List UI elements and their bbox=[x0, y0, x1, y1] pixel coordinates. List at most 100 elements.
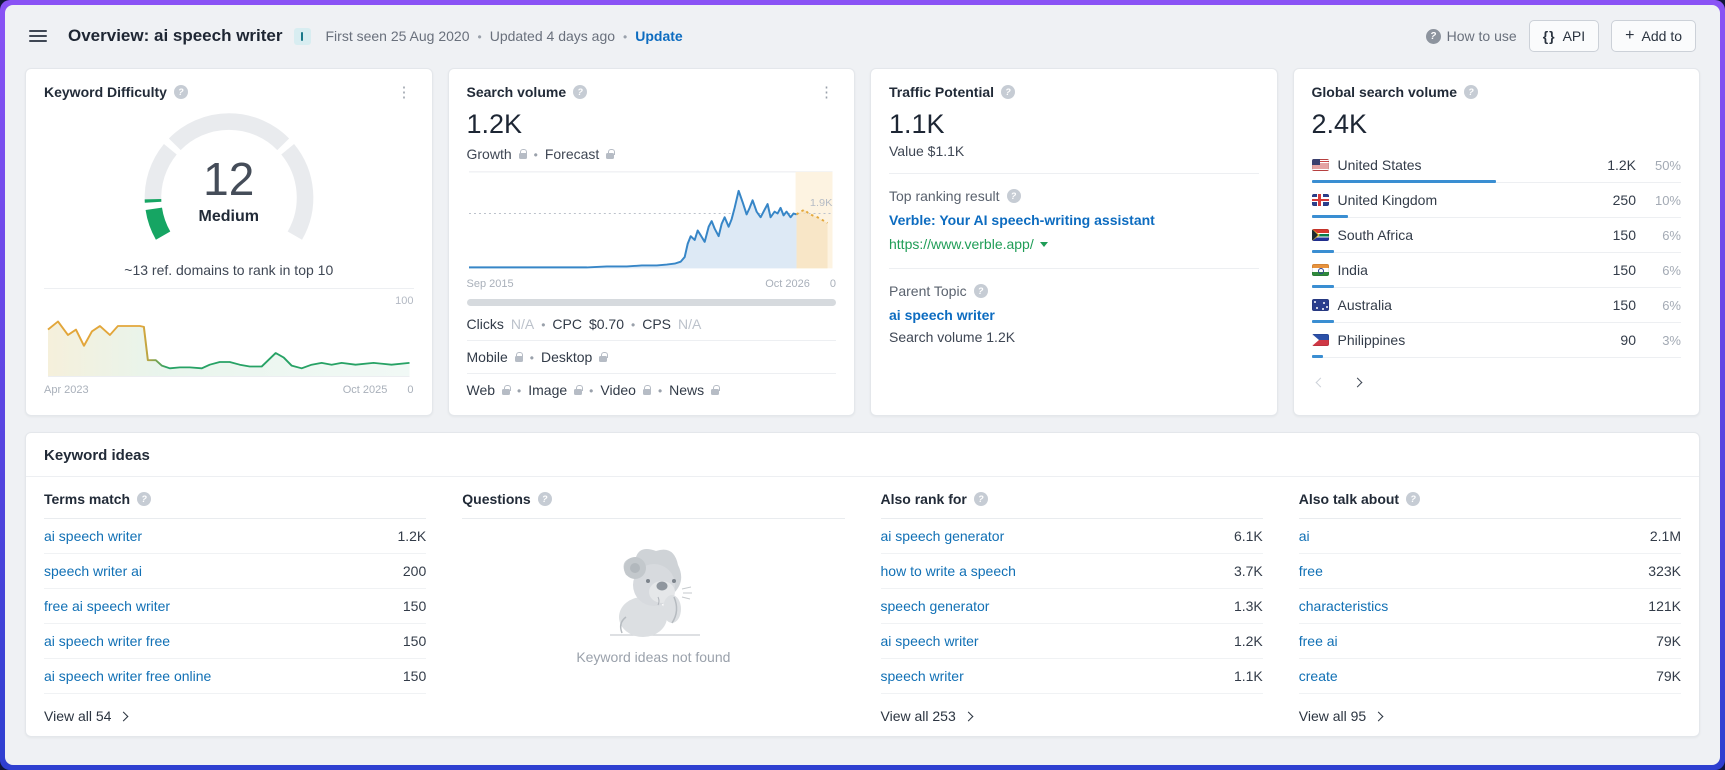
lock-icon bbox=[643, 389, 651, 395]
code-braces-icon: {} bbox=[1543, 28, 1556, 44]
view-all-label: View all 95 bbox=[1299, 708, 1366, 724]
country-row[interactable]: Philippines 90 3% bbox=[1312, 323, 1682, 358]
country-row[interactable]: India 150 6% bbox=[1312, 253, 1682, 288]
empty-state-text: Keyword ideas not found bbox=[576, 649, 730, 665]
keyword-link[interactable]: ai speech writer free bbox=[44, 633, 170, 649]
lock-icon bbox=[711, 389, 719, 395]
flag-south-africa-icon bbox=[1312, 229, 1329, 241]
clicks-cpc-cps-row: Clicks N/A CPC $0.70 CPS N/A bbox=[467, 308, 837, 340]
keyword-link[interactable]: create bbox=[1299, 668, 1338, 684]
card-title: Keyword Difficulty bbox=[44, 84, 167, 100]
main-content: Keyword Difficulty 12 Medium ~13 ref bbox=[5, 63, 1720, 765]
bullet-separator bbox=[517, 382, 521, 398]
help-icon[interactable] bbox=[1001, 85, 1015, 99]
menu-icon[interactable] bbox=[29, 30, 47, 42]
parent-topic-label: Parent Topic bbox=[889, 283, 967, 299]
country-row[interactable]: United States 1.2K 50% bbox=[1312, 148, 1682, 183]
keyword-link[interactable]: free bbox=[1299, 563, 1323, 579]
x-axis-start-label: Sep 2015 bbox=[467, 278, 514, 290]
keyword-link[interactable]: ai speech writer bbox=[881, 633, 979, 649]
keyword-row: speech writer ai 200 bbox=[44, 554, 426, 589]
more-menu-icon[interactable] bbox=[395, 85, 414, 100]
add-to-label: Add to bbox=[1642, 28, 1682, 44]
previous-page-icon[interactable] bbox=[1317, 373, 1324, 391]
top-result-title-link[interactable]: Verble: Your AI speech-writing assistant bbox=[889, 212, 1259, 228]
keyword-link[interactable]: ai speech writer bbox=[44, 528, 142, 544]
parent-topic-volume: Search volume 1.2K bbox=[889, 329, 1259, 345]
help-icon[interactable] bbox=[1406, 492, 1420, 506]
keyword-ideas-card: Keyword ideas Terms match ai speech writ… bbox=[25, 432, 1700, 737]
keyword-volume: 1.2K bbox=[1234, 633, 1263, 649]
chart-scrollbar[interactable] bbox=[467, 299, 837, 306]
keyword-link[interactable]: ai speech generator bbox=[881, 528, 1005, 544]
y-axis-min-label: 0 bbox=[830, 278, 836, 290]
add-to-button[interactable]: + Add to bbox=[1611, 20, 1696, 52]
country-name: Australia bbox=[1338, 297, 1604, 313]
country-percent: 3% bbox=[1645, 333, 1681, 348]
country-percent: 6% bbox=[1645, 228, 1681, 243]
lock-icon bbox=[519, 153, 527, 159]
country-row[interactable]: South Africa 150 6% bbox=[1312, 218, 1682, 253]
country-volume: 1.2K bbox=[1607, 157, 1636, 173]
help-icon[interactable] bbox=[974, 492, 988, 506]
lock-icon bbox=[502, 389, 510, 395]
how-to-use-link[interactable]: How to use bbox=[1426, 28, 1517, 44]
keyword-ideas-title: Keyword ideas bbox=[44, 447, 1681, 464]
column-title: Terms match bbox=[44, 491, 130, 507]
mobile-desktop-row: Mobile Desktop bbox=[467, 341, 837, 373]
flag-united-kingdom-icon bbox=[1312, 194, 1329, 206]
mobile-label: Mobile bbox=[467, 349, 508, 365]
help-icon[interactable] bbox=[1464, 85, 1478, 99]
gridline-value-label: 1.9K bbox=[809, 197, 832, 209]
country-row[interactable]: United Kingdom 250 10% bbox=[1312, 183, 1682, 218]
keyword-row: ai speech writer 1.2K bbox=[44, 519, 426, 554]
keyword-link[interactable]: speech generator bbox=[881, 598, 990, 614]
card-header: Global search volume bbox=[1312, 84, 1682, 100]
view-all-link[interactable]: View all 253 bbox=[881, 708, 1263, 724]
parent-topic-link[interactable]: ai speech writer bbox=[889, 307, 1259, 323]
keyword-row: create 79K bbox=[1299, 659, 1681, 694]
keyword-row: ai speech writer free 150 bbox=[44, 624, 426, 659]
traffic-potential-card: Traffic Potential 1.1K Value $1.1K Top r… bbox=[870, 68, 1278, 416]
view-all-link[interactable]: View all 95 bbox=[1299, 708, 1681, 724]
how-to-use-label: How to use bbox=[1447, 28, 1517, 44]
growth-forecast-row: Growth Forecast bbox=[467, 146, 837, 162]
help-icon[interactable] bbox=[174, 85, 188, 99]
next-page-icon[interactable] bbox=[1354, 373, 1361, 391]
help-icon[interactable] bbox=[974, 284, 988, 298]
terms-match-column: Terms match ai speech writer 1.2K speech… bbox=[44, 477, 426, 724]
help-icon[interactable] bbox=[573, 85, 587, 99]
api-button[interactable]: {} API bbox=[1529, 20, 1599, 52]
keyword-meta: First seen 25 Aug 2020 Updated 4 days ag… bbox=[326, 28, 683, 44]
lock-icon bbox=[574, 389, 582, 395]
update-link[interactable]: Update bbox=[635, 28, 682, 44]
help-icon[interactable] bbox=[538, 492, 552, 506]
view-all-link[interactable]: View all 54 bbox=[44, 708, 426, 724]
help-icon[interactable] bbox=[137, 492, 151, 506]
top-result-url-link[interactable]: https://www.verble.app/ bbox=[889, 236, 1034, 252]
country-percent: 6% bbox=[1645, 298, 1681, 313]
keyword-link[interactable]: characteristics bbox=[1299, 598, 1388, 614]
view-all-label: View all 253 bbox=[881, 708, 956, 724]
keyword-link[interactable]: ai bbox=[1299, 528, 1310, 544]
keyword-link[interactable]: how to write a speech bbox=[881, 563, 1016, 579]
more-menu-icon[interactable] bbox=[817, 85, 836, 100]
global-search-volume-card: Global search volume 2.4K United States … bbox=[1293, 68, 1701, 416]
help-icon[interactable] bbox=[1007, 189, 1021, 203]
keyword-link[interactable]: speech writer ai bbox=[44, 563, 142, 579]
keyword-difficulty-card: Keyword Difficulty 12 Medium ~13 ref bbox=[25, 68, 433, 416]
bullet-separator bbox=[623, 28, 627, 44]
keyword-link[interactable]: speech writer bbox=[881, 668, 964, 684]
kd-trend-chart: 100 bbox=[44, 288, 414, 396]
video-label: Video bbox=[600, 382, 636, 398]
country-row[interactable]: Australia 150 6% bbox=[1312, 288, 1682, 323]
plus-icon: + bbox=[1625, 28, 1634, 44]
country-volume: 150 bbox=[1613, 297, 1636, 313]
keyword-link[interactable]: free ai speech writer bbox=[44, 598, 170, 614]
keyword-row: characteristics 121K bbox=[1299, 589, 1681, 624]
keyword-link[interactable]: free ai bbox=[1299, 633, 1338, 649]
country-name: South Africa bbox=[1338, 227, 1604, 243]
keyword-link[interactable]: ai speech writer free online bbox=[44, 668, 211, 684]
also-talk-about-column: Also talk about ai 2.1M free 323K charac… bbox=[1299, 477, 1681, 724]
caret-down-icon[interactable] bbox=[1040, 242, 1048, 247]
